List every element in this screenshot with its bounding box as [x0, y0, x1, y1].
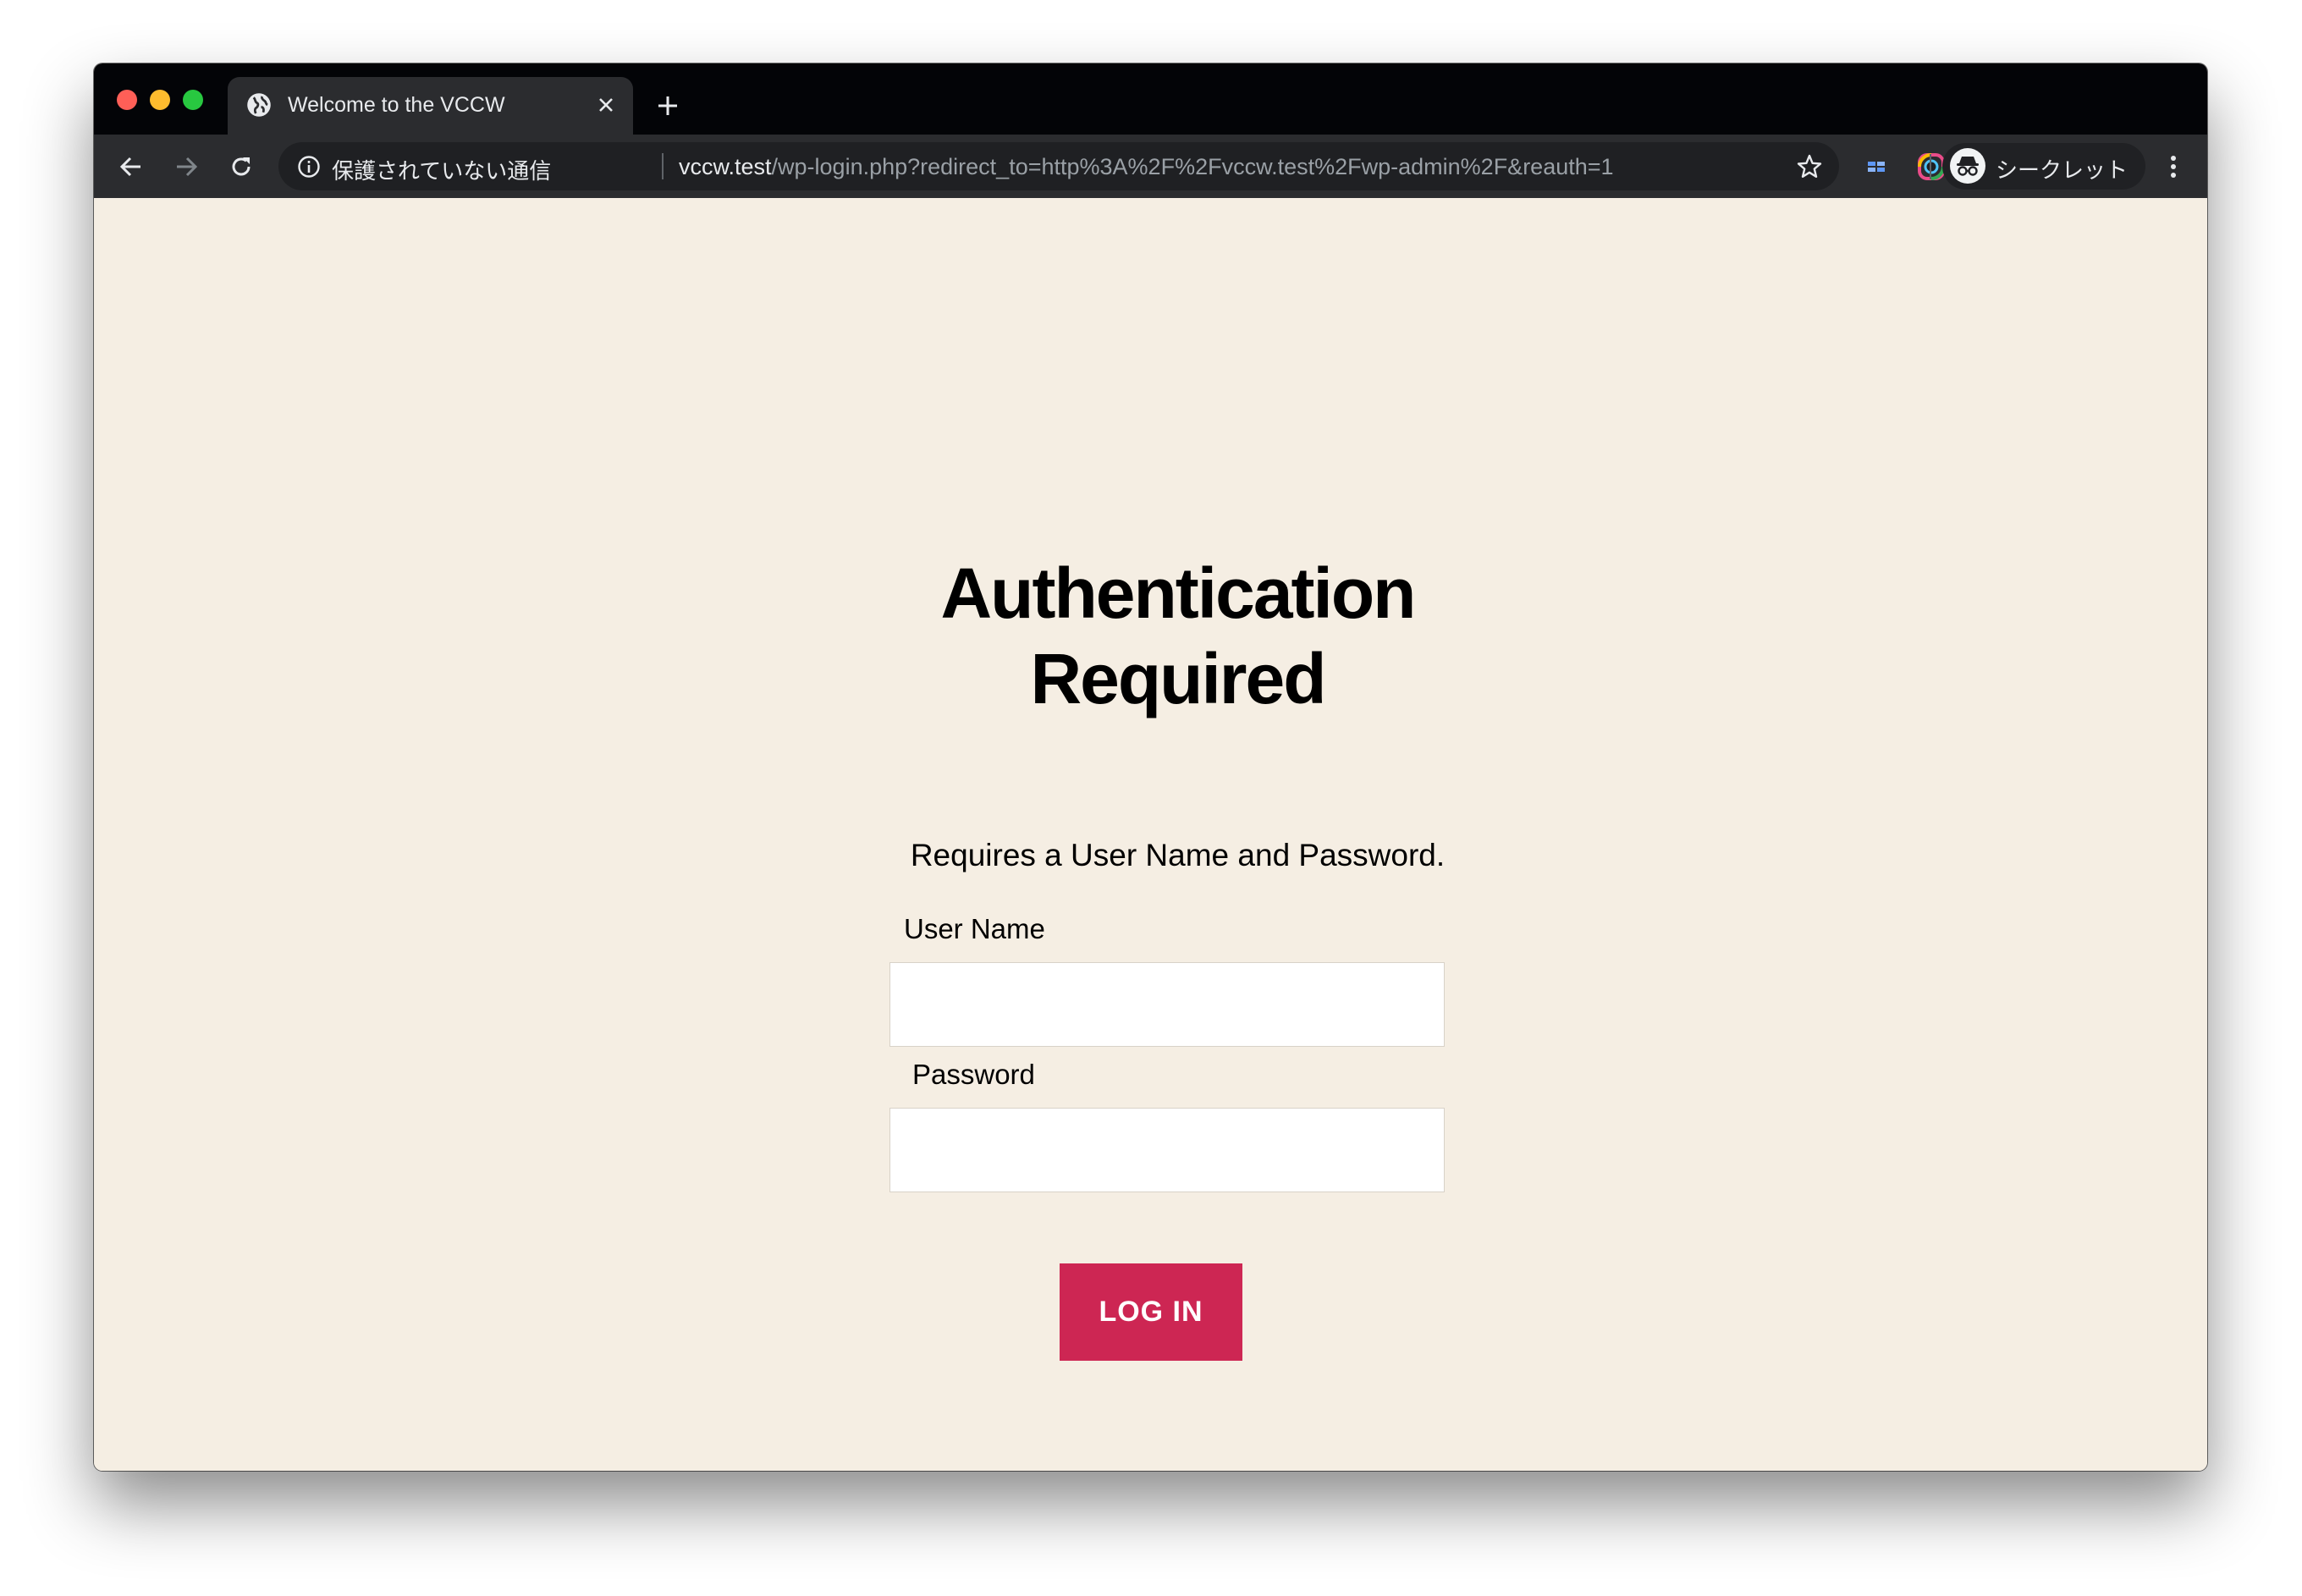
- incognito-indicator[interactable]: シークレット: [1942, 143, 2145, 190]
- back-button[interactable]: [114, 150, 148, 184]
- url-path: /wp-login.php?redirect_to=http%3A%2F%2Fv…: [771, 154, 1614, 179]
- tab-active[interactable]: Welcome to the VCCW: [228, 77, 633, 135]
- url-host: vccw.test: [679, 154, 772, 179]
- login-button[interactable]: LOG IN: [1060, 1263, 1242, 1361]
- grid-extension-icon[interactable]: [1860, 151, 1892, 183]
- close-window-button[interactable]: [117, 90, 137, 110]
- kebab-menu-icon[interactable]: [2156, 150, 2190, 184]
- reload-icon: [232, 157, 251, 176]
- security-status-label[interactable]: 保護されていない通信: [332, 154, 551, 185]
- browser-toolbar: 保護されていない通信 vccw.test/wp-login.php?redire…: [94, 135, 2207, 198]
- zoom-window-button[interactable]: [183, 90, 203, 110]
- page-subtitle: Requires a User Name and Password.: [910, 838, 1446, 872]
- username-label: User Name: [904, 913, 1045, 944]
- plus-icon: [658, 96, 677, 115]
- toolbar-separator: [1930, 154, 1931, 179]
- star-icon[interactable]: [1795, 152, 1824, 181]
- tab-title: Welcome to the VCCW: [288, 93, 505, 117]
- incognito-icon: [1957, 157, 1979, 176]
- browser-window: Welcome to the VCCW 保護されていない通信 vccw.test…: [94, 63, 2207, 1471]
- url-text[interactable]: vccw.test/wp-login.php?redirect_to=http%…: [679, 154, 1614, 180]
- page-title: Authentication Required: [805, 551, 1550, 722]
- new-tab-button[interactable]: [651, 89, 685, 123]
- page-content: Authentication Required Requires a User …: [94, 198, 2207, 1471]
- arrow-right-icon: [177, 157, 198, 177]
- globe-icon: [247, 93, 271, 117]
- password-field[interactable]: [889, 1108, 1445, 1192]
- tab-strip: Welcome to the VCCW: [94, 63, 2207, 135]
- address-bar[interactable]: 保護されていない通信 vccw.test/wp-login.php?redire…: [278, 142, 1839, 190]
- password-label: Password: [912, 1059, 1035, 1090]
- info-icon[interactable]: [297, 155, 321, 179]
- page-title-line-2: Required: [1030, 639, 1326, 718]
- reload-button[interactable]: [224, 150, 258, 184]
- username-field[interactable]: [889, 962, 1445, 1047]
- forward-button[interactable]: [169, 150, 203, 184]
- avatar: [1950, 148, 1985, 184]
- close-icon[interactable]: [592, 91, 620, 118]
- incognito-label: シークレット: [1996, 157, 2129, 183]
- omnibox-divider: [662, 153, 664, 179]
- arrow-left-icon: [119, 157, 140, 177]
- minimize-window-button[interactable]: [150, 90, 170, 110]
- page-title-line-1: Authentication: [940, 553, 1417, 633]
